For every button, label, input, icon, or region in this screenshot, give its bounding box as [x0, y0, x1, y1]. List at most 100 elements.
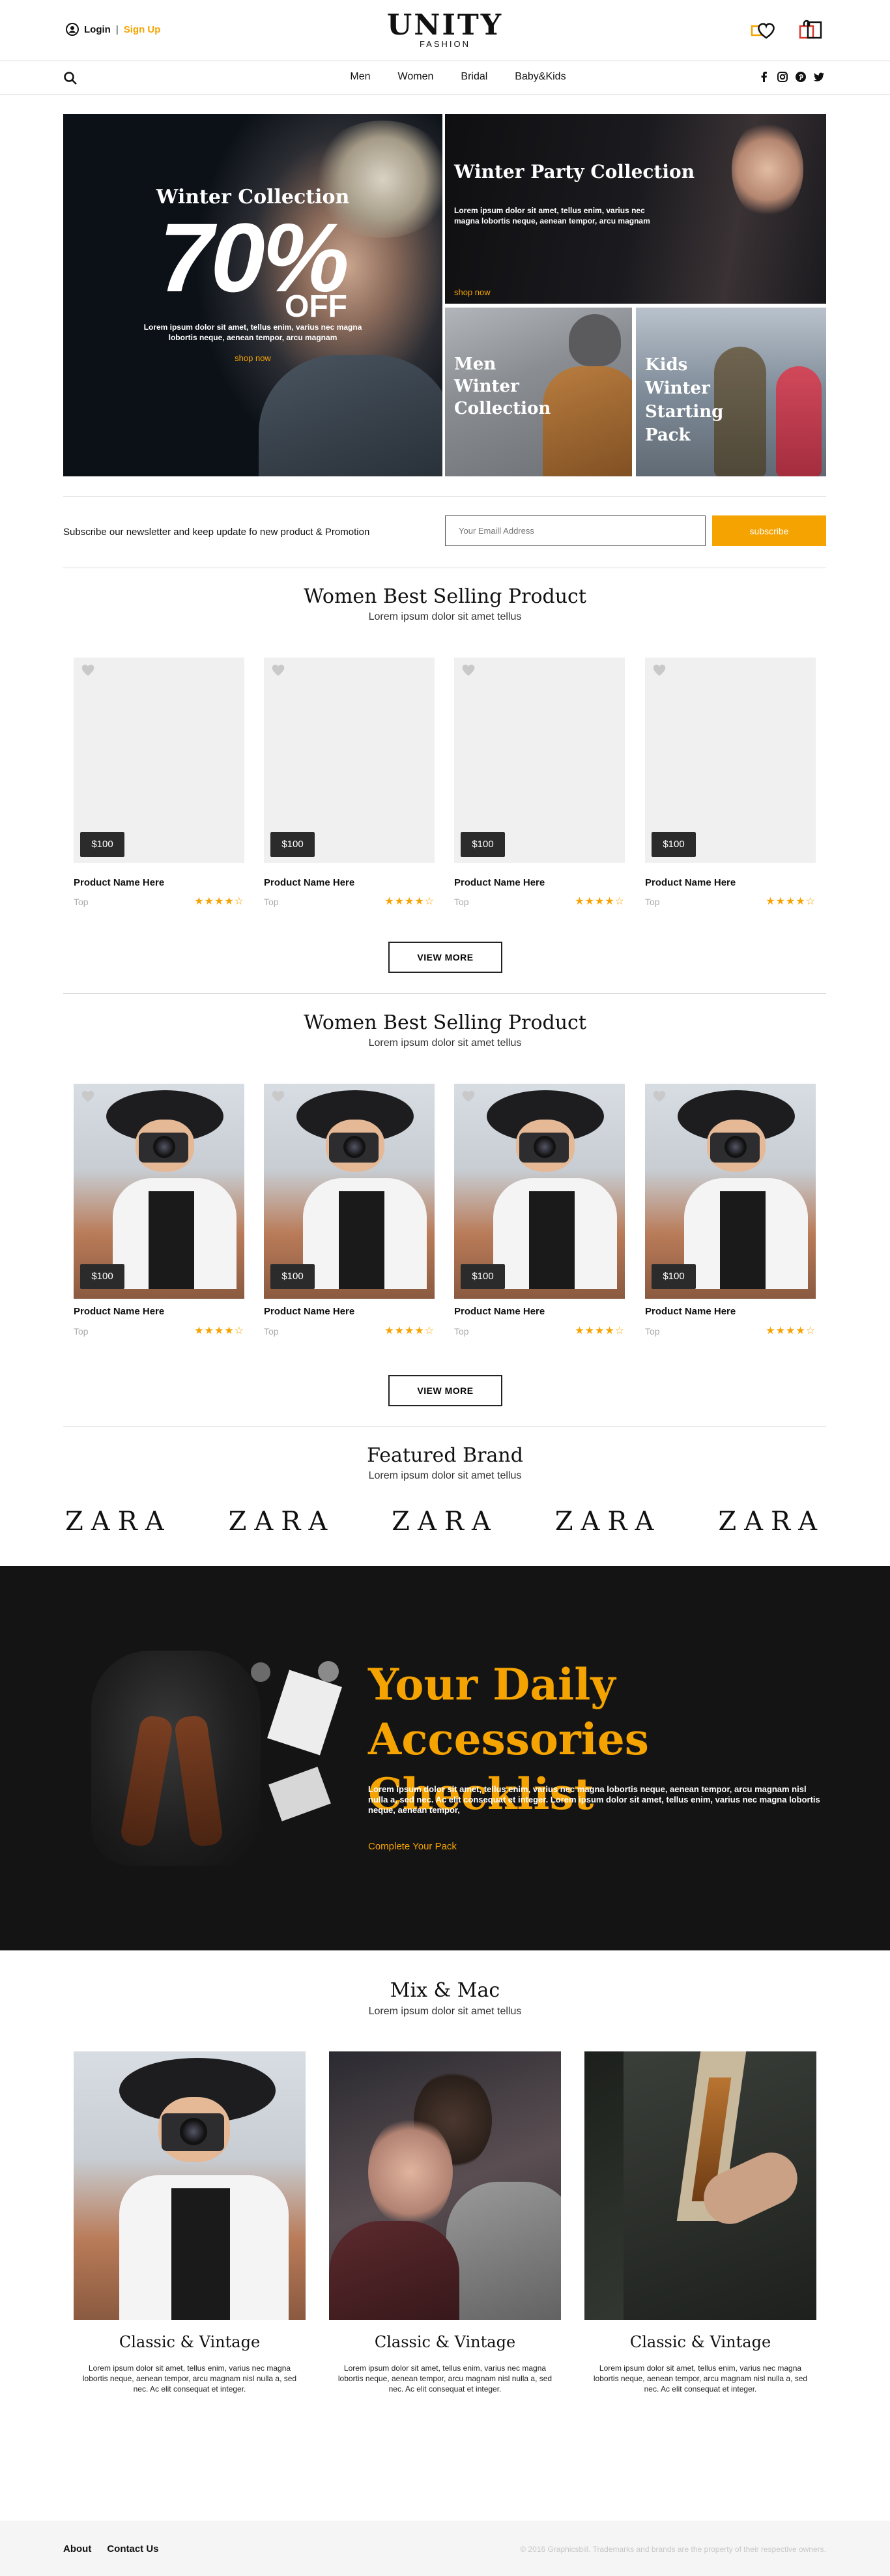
nav-item-baby-kids[interactable]: Baby&Kids — [515, 71, 566, 83]
product-image[interactable]: $100 — [454, 658, 625, 863]
section-subtitle: Lorem ipsum dolor sit amet tellus — [368, 1470, 522, 1481]
product-card[interactable]: $100 Product Name Here Top ★★★★☆ — [74, 1084, 244, 1337]
nav-item-women[interactable]: Women — [398, 71, 434, 83]
heart-icon[interactable] — [80, 663, 96, 677]
product-name[interactable]: Product Name Here — [454, 877, 545, 888]
price-tag: $100 — [270, 832, 315, 857]
twitter-icon[interactable] — [813, 71, 825, 83]
party-collection-banner[interactable]: Winter Party Collection Lorem ipsum dolo… — [445, 114, 826, 304]
view-more-button[interactable]: VIEW MORE — [388, 1375, 502, 1406]
newsletter-email-input[interactable] — [445, 515, 706, 546]
product-card[interactable]: $100 Product Name Here Top ★★★★☆ — [454, 1084, 625, 1337]
hero-banners: Winter Collection 70% OFF Lorem ipsum do… — [63, 114, 826, 476]
party-model-photo — [732, 121, 803, 218]
notebook-image — [267, 1670, 342, 1756]
heart-icon[interactable] — [652, 663, 667, 677]
footer: About Contact Us © 2016 Graphicsbill. Tr… — [0, 2521, 890, 2576]
brand-logo[interactable]: ZARA — [392, 1507, 498, 1537]
brand-logo[interactable]: ZARA — [229, 1507, 336, 1537]
view-more-button[interactable]: VIEW MORE — [388, 942, 502, 973]
winter-collection-text: Winter Collection 70% OFF Lorem ipsum do… — [63, 186, 442, 363]
mix-card[interactable]: Classic & Vintage Lorem ipsum dolor sit … — [584, 2051, 816, 2394]
product-card[interactable]: $100 Product Name Here Top ★★★★☆ — [264, 1084, 435, 1337]
product-card[interactable]: $100 Product Name Here Top ★★★★☆ — [645, 1084, 816, 1337]
mix-card[interactable]: Classic & Vintage Lorem ipsum dolor sit … — [329, 2051, 561, 2394]
price-tag: $100 — [461, 1264, 505, 1289]
instagram-icon[interactable] — [777, 71, 788, 83]
product-image[interactable]: $100 — [454, 1084, 625, 1299]
heart-icon[interactable] — [652, 1089, 667, 1103]
men-model-beanie — [569, 314, 621, 366]
mix-card[interactable]: Classic & Vintage Lorem ipsum dolor sit … — [74, 2051, 306, 2394]
heart-icon[interactable] — [80, 1089, 96, 1103]
divider — [63, 993, 826, 994]
product-name[interactable]: Product Name Here — [264, 877, 354, 888]
shopping-bag-icon[interactable] — [795, 18, 824, 42]
product-card[interactable]: $100 Product Name Here Top ★★★★☆ — [454, 658, 625, 907]
product-image[interactable]: $100 — [264, 1084, 435, 1299]
brand-logo[interactable]: ZARA — [65, 1507, 172, 1537]
camera-lens — [180, 2118, 207, 2145]
product-image[interactable]: $100 — [74, 658, 244, 863]
footer-link-contact[interactable]: Contact Us — [107, 2543, 158, 2554]
mix-caption: Classic & Vintage — [119, 2333, 261, 2351]
product-image[interactable]: $100 — [74, 1084, 244, 1299]
price-tag: $100 — [652, 832, 696, 857]
mix-image[interactable] — [329, 2051, 561, 2320]
party-collection-desc: Lorem ipsum dolor sit amet, tellus enim,… — [454, 206, 650, 225]
footer-link-about[interactable]: About — [63, 2543, 91, 2554]
product-name[interactable]: Product Name Here — [645, 1306, 736, 1317]
kids-winter-banner[interactable]: Kids Winter Starting Pack — [636, 308, 826, 476]
heart-icon[interactable] — [270, 1089, 286, 1103]
heart-icon[interactable] — [270, 663, 286, 677]
product-photo-top — [339, 1191, 384, 1289]
subscribe-button[interactable]: subscribe — [712, 515, 826, 546]
heart-icon[interactable] — [461, 663, 476, 677]
brand-logos: ZARA ZARA ZARA ZARA ZARA — [65, 1507, 825, 1537]
nav-item-men[interactable]: Men — [350, 71, 370, 83]
main-nav: Men Women Bridal Baby&Kids — [0, 62, 890, 94]
footer-links: About Contact Us — [63, 2543, 159, 2554]
men-winter-banner[interactable]: Men Winter Collection — [445, 308, 632, 476]
section-title: Women Best Selling Product — [304, 1011, 586, 1034]
heart-icon[interactable] — [461, 1089, 476, 1103]
product-name[interactable]: Product Name Here — [74, 1306, 164, 1317]
mix-caption: Classic & Vintage — [374, 2333, 516, 2351]
pinterest-icon[interactable] — [795, 71, 807, 83]
camera-lens — [153, 1136, 175, 1158]
winter-shop-now-link[interactable]: shop now — [63, 353, 442, 363]
brand-logo[interactable]: ZARA — [718, 1507, 825, 1537]
nav-item-bridal[interactable]: Bridal — [461, 71, 487, 83]
camera-lens — [343, 1136, 366, 1158]
mix-desc: Lorem ipsum dolor sit amet, tellus enim,… — [82, 2364, 297, 2394]
product-category: Top — [264, 897, 279, 907]
brand-logo[interactable]: ZARA — [555, 1507, 662, 1537]
product-card[interactable]: $100 Product Name Here Top ★★★★☆ — [74, 658, 244, 907]
star-rating: ★★★★☆ — [766, 1325, 816, 1337]
mix-photo-coat — [329, 2221, 459, 2320]
facebook-icon[interactable] — [758, 71, 770, 83]
price-tag: $100 — [80, 1264, 124, 1289]
product-category: Top — [264, 1326, 279, 1337]
product-category: Top — [454, 897, 469, 907]
product-name[interactable]: Product Name Here — [454, 1306, 545, 1317]
product-name[interactable]: Product Name Here — [264, 1306, 354, 1317]
product-image[interactable]: $100 — [645, 658, 816, 863]
product-name[interactable]: Product Name Here — [74, 877, 164, 888]
camera-lens — [725, 1136, 747, 1158]
kid-photo-2 — [776, 366, 822, 476]
mix-desc: Lorem ipsum dolor sit amet, tellus enim,… — [593, 2364, 808, 2394]
party-shop-now-link[interactable]: shop now — [454, 287, 491, 297]
mix-image[interactable] — [584, 2051, 816, 2320]
price-tag: $100 — [270, 1264, 315, 1289]
product-image[interactable]: $100 — [645, 1084, 816, 1299]
winter-collection-banner[interactable]: Winter Collection 70% OFF Lorem ipsum do… — [63, 114, 442, 476]
wishlist-heart-icon[interactable] — [749, 18, 778, 42]
complete-pack-link[interactable]: Complete Your Pack — [368, 1841, 457, 1852]
product-card[interactable]: $100 Product Name Here Top ★★★★☆ — [645, 658, 816, 907]
product-image[interactable]: $100 — [264, 658, 435, 863]
product-card[interactable]: $100 Product Name Here Top ★★★★☆ — [264, 658, 435, 907]
card-image — [268, 1767, 331, 1821]
product-name[interactable]: Product Name Here — [645, 877, 736, 888]
mix-image[interactable] — [74, 2051, 306, 2320]
